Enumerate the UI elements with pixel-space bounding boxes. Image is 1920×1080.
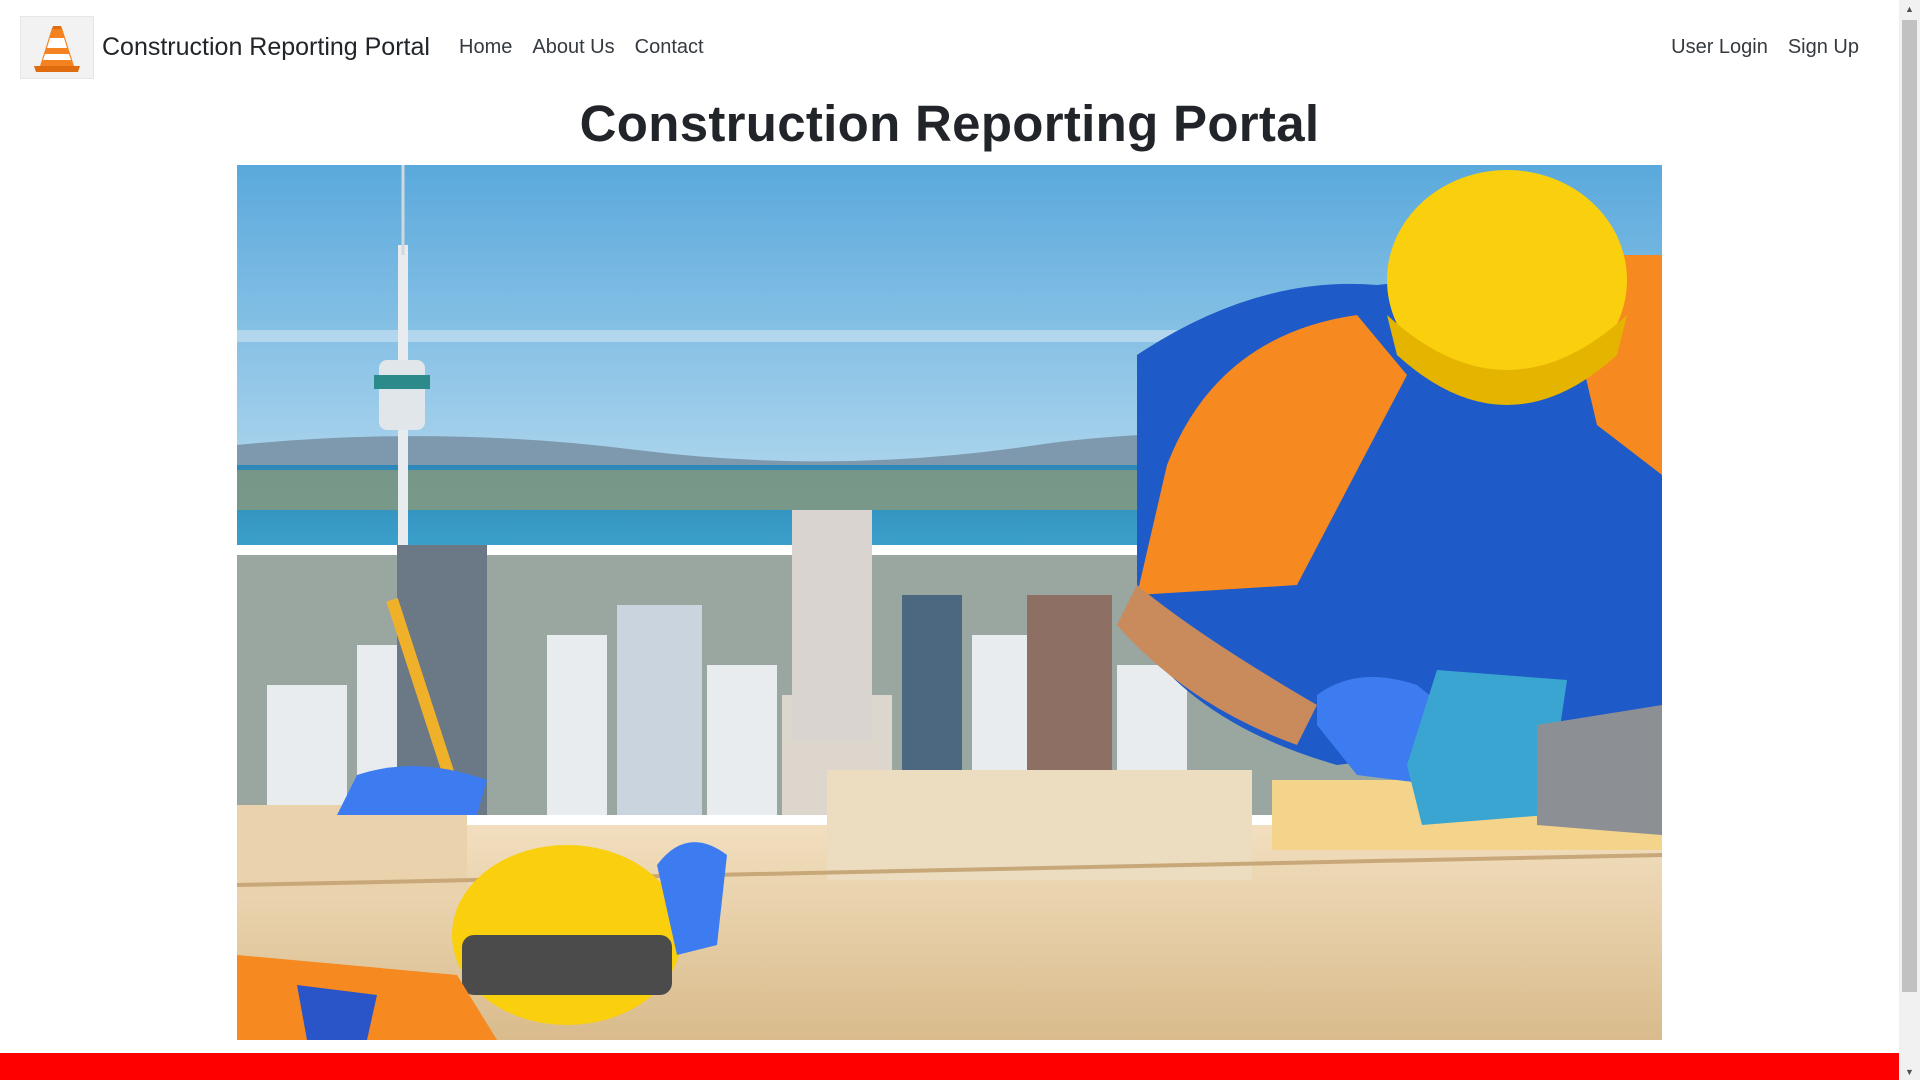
page-title: Construction Reporting Portal	[579, 95, 1320, 152]
vertical-scrollbar[interactable]: ▲ ▼	[1899, 0, 1920, 1080]
user-login-link[interactable]: User Login	[1661, 34, 1778, 61]
nav-link-home[interactable]: Home	[459, 34, 522, 61]
traffic-cone-icon	[20, 16, 94, 79]
scroll-down-arrow-icon[interactable]: ▼	[1899, 1063, 1920, 1080]
navbar: Construction Reporting Portal Home About…	[0, 0, 1899, 98]
scroll-up-arrow-icon[interactable]: ▲	[1899, 0, 1920, 17]
brand-link[interactable]: Construction Reporting Portal	[20, 16, 430, 79]
auth-nav: User Login Sign Up	[1661, 34, 1869, 61]
hero-image	[237, 165, 1662, 1040]
scrollbar-thumb[interactable]	[1902, 20, 1917, 992]
brand-name: Construction Reporting Portal	[102, 33, 430, 61]
main-nav: Home About Us Contact	[459, 34, 714, 61]
page: Construction Reporting Portal Home About…	[0, 0, 1899, 1080]
footer-bar	[0, 1053, 1899, 1080]
construction-scene-illustration	[237, 165, 1662, 1040]
sign-up-link[interactable]: Sign Up	[1778, 34, 1869, 61]
nav-link-contact[interactable]: Contact	[625, 34, 714, 61]
nav-link-about-us[interactable]: About Us	[522, 34, 624, 61]
